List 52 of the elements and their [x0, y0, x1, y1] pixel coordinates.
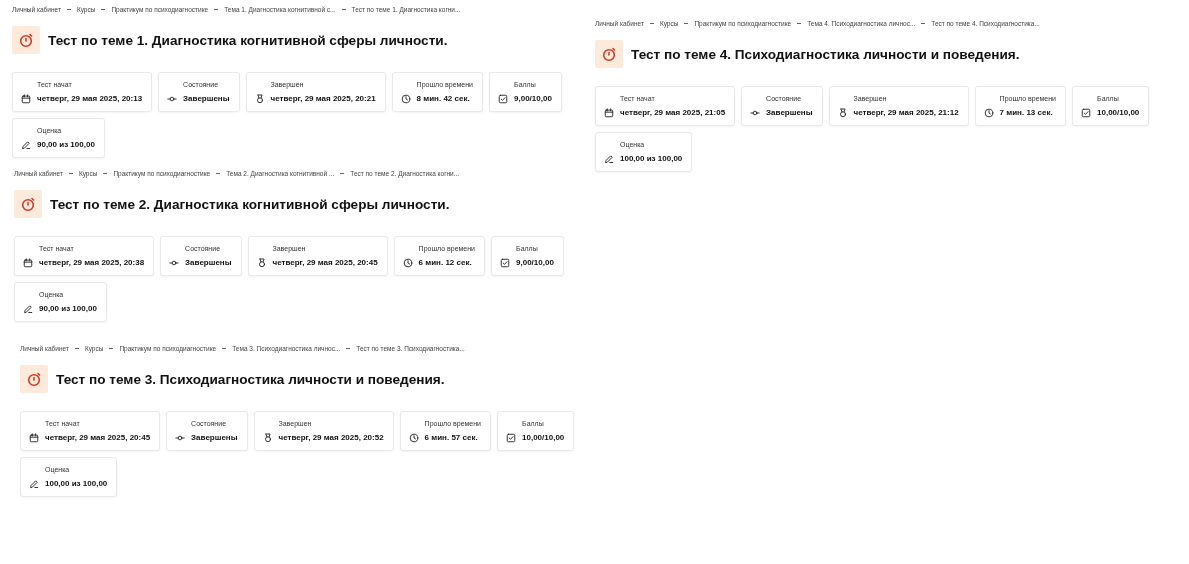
field-value: 90,00 из 100,00: [37, 140, 95, 149]
stopwatch-icon: [12, 26, 40, 54]
field-value: 10,00/10,00: [1097, 108, 1140, 117]
field-value: четверг, 29 мая 2025, 20:38: [39, 258, 145, 267]
field-value: четверг, 29 мая 2025, 20:21: [270, 94, 376, 103]
calendar-icon: [21, 93, 31, 104]
clock-icon: [408, 432, 419, 443]
field-value: четверг, 29 мая 2025, 20:45: [272, 258, 378, 267]
field-value: 8 мин. 42 сек.: [416, 94, 471, 103]
page-title: Тест по теме 1. Диагностика когнитивной сферы личности.: [48, 32, 448, 48]
field-value: четверг, 29 мая 2025, 21:12: [853, 108, 959, 117]
medal-icon: [256, 257, 267, 268]
stopwatch-icon: [20, 365, 48, 393]
pencil-icon: [604, 153, 614, 164]
field-value: 9,00/10,00: [514, 94, 552, 103]
clock-icon: [402, 257, 413, 268]
clock-icon: [400, 93, 411, 104]
pencil-icon: [23, 303, 33, 314]
field-value: 9,00/10,00: [516, 258, 554, 267]
medal-icon: [837, 107, 848, 118]
field-value: четверг, 29 мая 2025, 20:45: [45, 433, 151, 442]
field-value: Завершены: [191, 433, 238, 442]
field-value: 90,00 из 100,00: [39, 304, 97, 313]
field-value: 10,00/10,00: [522, 433, 565, 442]
field-value: Завершены: [185, 258, 232, 267]
field-value: 7 мин. 13 сек.: [999, 108, 1054, 117]
page-title: Тест по теме 3. Психодиагностика личности и поведения.: [56, 371, 445, 387]
calendar-icon: [23, 257, 33, 268]
field-value: 6 мин. 57 сек.: [424, 433, 479, 442]
field-value: Завершены: [183, 94, 230, 103]
calendar-icon: [604, 107, 614, 118]
page-title: Тест по теме 4. Психодиагностика личности и поведения.: [631, 46, 1020, 62]
checkbox-icon: [498, 93, 509, 104]
stopwatch-icon: [595, 40, 623, 68]
medal-icon: [262, 432, 273, 443]
checkbox-icon: [500, 257, 511, 268]
medal-icon: [254, 93, 265, 104]
calendar-icon: [29, 432, 39, 443]
checkbox-icon: [1081, 107, 1092, 118]
checkbox-icon: [506, 432, 517, 443]
pencil-icon: [21, 139, 31, 150]
field-value: 100,00 из 100,00: [620, 154, 683, 163]
field-value: 6 мин. 12 сек.: [418, 258, 473, 267]
field-value: 100,00 из 100,00: [45, 479, 108, 488]
clock-icon: [983, 107, 994, 118]
field-value: четверг, 29 мая 2025, 20:13: [37, 94, 143, 103]
field-value: четверг, 29 мая 2025, 20:52: [278, 433, 384, 442]
page-title: Тест по теме 2. Диагностика когнитивной сферы личности.: [50, 196, 450, 212]
stopwatch-icon: [14, 190, 42, 218]
field-value: четверг, 29 мая 2025, 21:05: [620, 108, 726, 117]
field-value: Завершены: [766, 108, 813, 117]
pencil-icon: [29, 478, 39, 489]
